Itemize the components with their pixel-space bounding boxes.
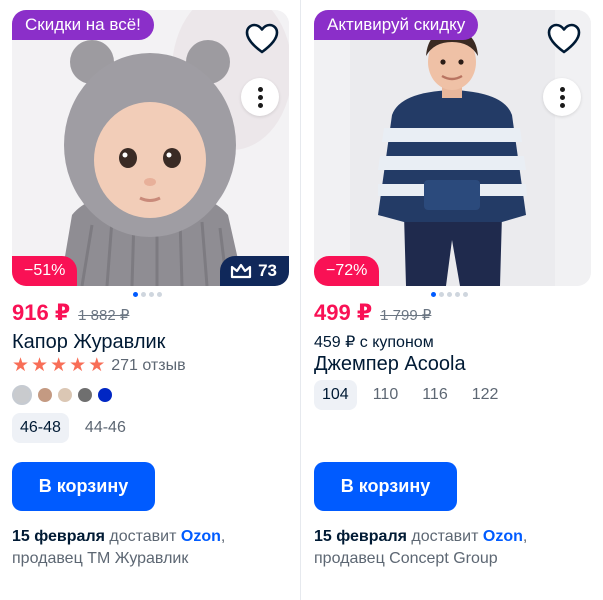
premium-badge: 73 — [220, 256, 289, 286]
old-price: 1 799 ₽ — [380, 307, 432, 324]
delivery-service-link[interactable]: Ozon — [483, 528, 523, 545]
more-vertical-icon[interactable] — [241, 78, 279, 116]
delivery-service-link[interactable]: Ozon — [181, 528, 221, 545]
crown-icon — [230, 263, 252, 279]
price-block: 499 ₽ 1 799 ₽ — [314, 300, 431, 326]
size-option[interactable]: 116 — [414, 380, 456, 410]
delivery-date: 15 февраля — [12, 528, 105, 545]
heart-icon[interactable] — [545, 20, 583, 58]
product-title[interactable]: Капор Журавлик — [12, 331, 165, 354]
discount-badge: −51% — [12, 256, 78, 286]
seller-name[interactable]: продавец ТМ Журавлик — [12, 550, 188, 567]
delivery-date: 15 февраля — [314, 528, 407, 545]
product-title[interactable]: Джемпер Acoola — [314, 353, 466, 376]
delivery-info: 15 февраля доставит Ozon, продавец ТМ Жу… — [12, 528, 226, 567]
color-swatch[interactable] — [12, 385, 32, 405]
heart-icon[interactable] — [243, 20, 281, 58]
column-divider — [300, 0, 301, 600]
color-swatch[interactable] — [98, 388, 112, 402]
price-block: 916 ₽ 1 882 ₽ — [12, 300, 129, 326]
rating[interactable]: ★ ★ ★ ★ ★ 271 отзыв — [12, 356, 186, 376]
promo-label: Активируй скидку — [314, 10, 479, 40]
product-card-jumper[interactable]: Активируй скидку −72% 499 ₽ 1 799 ₽ 459 … — [314, 0, 591, 600]
delivery-info: 15 февраля доставит Ozon, продавец Conce… — [314, 528, 528, 567]
color-swatch[interactable] — [58, 388, 72, 402]
image-pager — [431, 292, 468, 298]
size-option[interactable]: 110 — [365, 380, 407, 410]
size-options: 104 110 116 122 — [314, 380, 506, 410]
star-icon: ★ — [31, 355, 49, 376]
delivery-text: доставит — [411, 528, 479, 545]
current-price: 499 ₽ — [314, 300, 373, 325]
color-swatches — [12, 385, 112, 405]
old-price: 1 882 ₽ — [78, 307, 130, 324]
color-swatch[interactable] — [78, 388, 92, 402]
size-option[interactable]: 104 — [314, 380, 357, 410]
size-option[interactable]: 46-48 — [12, 413, 69, 443]
size-option[interactable]: 122 — [464, 380, 507, 410]
current-price: 916 ₽ — [12, 300, 71, 325]
discount-badge: −72% — [314, 256, 380, 286]
coupon-price: 459 ₽ с купоном — [314, 334, 434, 351]
add-to-cart-button[interactable]: В корзину — [314, 462, 457, 511]
add-to-cart-button[interactable]: В корзину — [12, 462, 155, 511]
star-icon: ★ — [12, 355, 30, 376]
color-swatch[interactable] — [38, 388, 52, 402]
seller-name[interactable]: продавец Concept Group — [314, 550, 498, 567]
size-options: 46-48 44-46 — [12, 413, 134, 443]
image-pager — [133, 292, 162, 298]
star-icon: ★ — [88, 355, 106, 376]
size-option[interactable]: 44-46 — [77, 413, 134, 443]
premium-count: 73 — [258, 261, 277, 280]
product-card-hood[interactable]: Скидки на всё! −51% 73 916 ₽ 1 882 ₽ Кап… — [12, 0, 289, 600]
promo-label: Скидки на всё! — [12, 10, 154, 40]
delivery-text: доставит — [109, 528, 177, 545]
star-icon: ★ — [50, 355, 68, 376]
reviews-count: 271 отзыв — [111, 357, 186, 374]
more-vertical-icon[interactable] — [543, 78, 581, 116]
star-icon: ★ — [69, 355, 87, 376]
